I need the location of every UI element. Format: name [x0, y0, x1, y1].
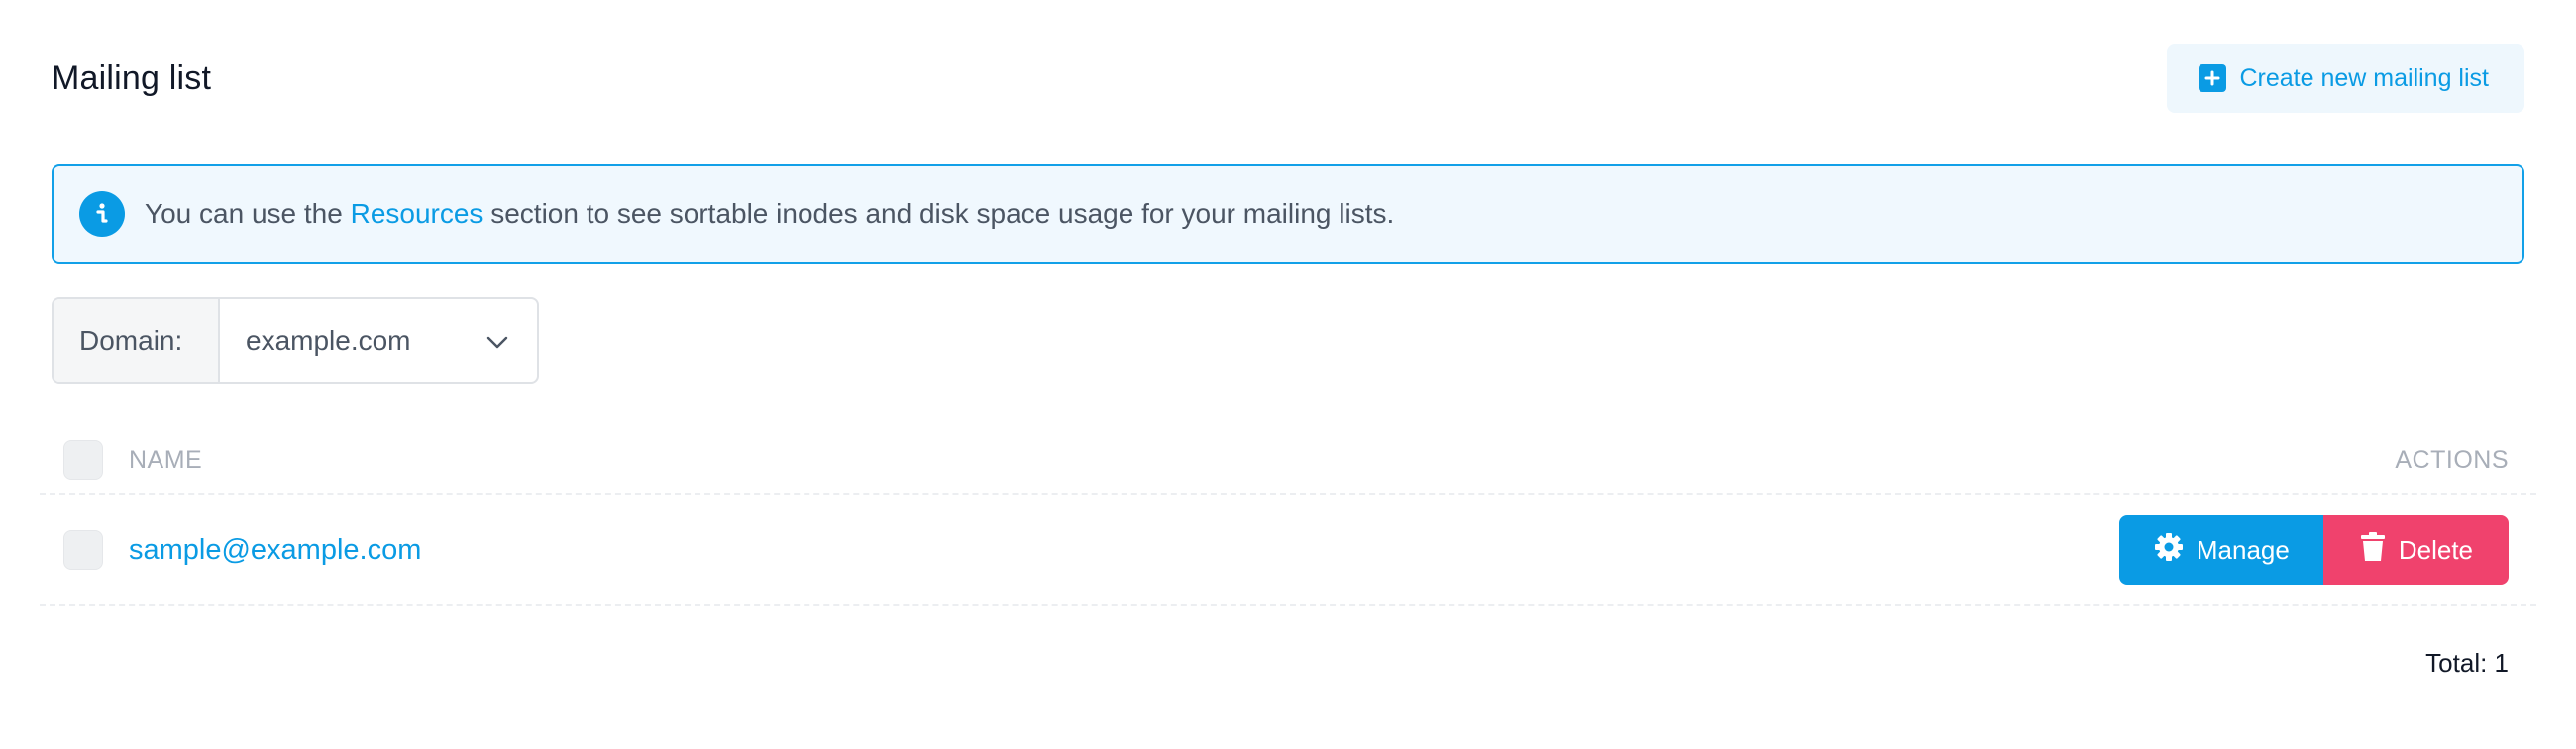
info-text-after: section to see sortable inodes and disk … [483, 198, 1395, 229]
info-circle-icon [79, 191, 125, 237]
manage-button[interactable]: Manage [2118, 515, 2323, 585]
page-header: Mailing list Create new mailing list [52, 44, 2524, 113]
row-checkbox[interactable] [63, 530, 103, 570]
column-header-actions: ACTIONS [2395, 445, 2509, 474]
gear-icon [2153, 531, 2185, 570]
chevron-down-icon [485, 325, 509, 357]
delete-button-label: Delete [2398, 534, 2473, 565]
domain-select[interactable]: example.com [220, 299, 537, 382]
page-title: Mailing list [52, 58, 212, 97]
total-count: Total: 1 [2425, 648, 2509, 678]
info-banner: You can use the Resources section to see… [52, 164, 2524, 264]
create-mailing-list-button[interactable]: Create new mailing list [2166, 44, 2524, 113]
resources-link[interactable]: Resources [351, 198, 483, 230]
trash-icon [2359, 531, 2387, 570]
domain-selected-value: example.com [246, 325, 411, 356]
select-all-checkbox[interactable] [63, 440, 103, 480]
mailing-list-page: Mailing list Create new mailing list You… [0, 0, 2576, 749]
column-header-name: NAME [129, 445, 203, 474]
plus-square-icon [2198, 64, 2226, 92]
table-row: sample@example.com Manage Delete [40, 495, 2536, 606]
mailing-list-name-link[interactable]: sample@example.com [129, 534, 421, 567]
domain-selector: Domain: example.com [52, 297, 539, 384]
domain-label: Domain: [54, 299, 220, 382]
table-header: NAME ACTIONS [40, 426, 2536, 495]
delete-button[interactable]: Delete [2322, 515, 2509, 585]
info-text-before: You can use the [145, 198, 351, 229]
manage-button-label: Manage [2196, 534, 2290, 565]
create-button-label: Create new mailing list [2239, 63, 2490, 92]
row-actions: Manage Delete [2118, 515, 2509, 585]
